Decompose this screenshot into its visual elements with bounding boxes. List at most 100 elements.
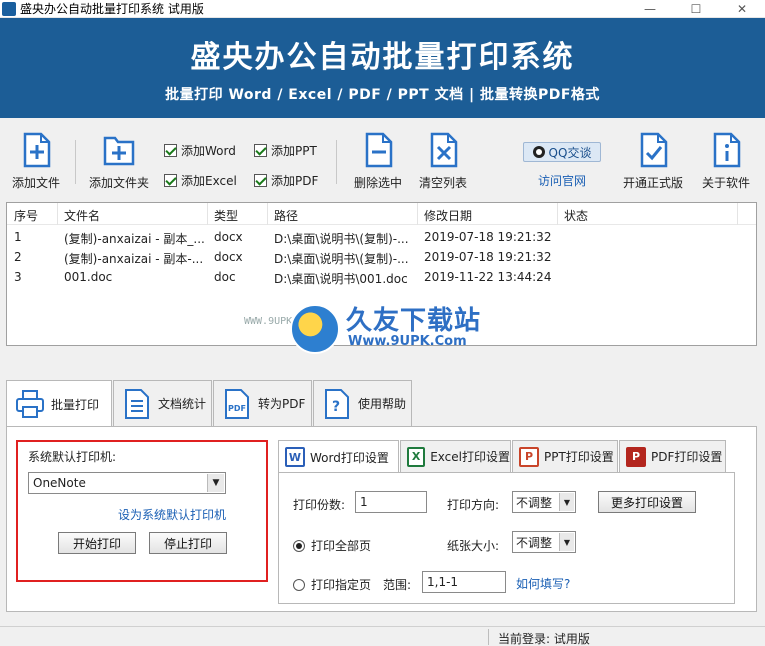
window-controls: — ☐ ✕	[627, 0, 765, 18]
add-folder-icon	[103, 136, 135, 166]
tab-pdf-settings[interactable]: P PDF打印设置	[619, 440, 726, 472]
tab-excel-settings-label: Excel打印设置	[430, 450, 510, 464]
printer-select-value: OneNote	[33, 476, 86, 490]
column-divider[interactable]	[267, 203, 268, 225]
activate-label: 开通正式版	[623, 176, 684, 190]
table-row[interactable]: 2 (复制)-anxaizai - 副本-... docx D:\桌面\说明书\…	[7, 247, 756, 267]
orientation-value: 不调整	[516, 495, 553, 510]
orientation-select[interactable]: 不调整 ▼	[512, 491, 576, 513]
printer-section: 系统默认打印机: OneNote ▼ 设为系统默认打印机 开始打印 停止打印	[16, 440, 268, 582]
qq-chat-label: QQ交谈	[548, 145, 592, 160]
column-header-filename[interactable]: 文件名	[64, 207, 100, 224]
activate-full-version-button[interactable]: 开通正式版	[623, 132, 683, 191]
cell-index: 1	[14, 230, 22, 244]
clear-list-icon	[430, 132, 458, 168]
close-button[interactable]: ✕	[719, 0, 765, 18]
stop-print-button[interactable]: 停止打印	[149, 532, 227, 554]
svg-text:?: ?	[332, 399, 340, 415]
title-bar: 盛央办公自动批量打印系统 试用版 — ☐ ✕	[0, 0, 765, 18]
add-pdf-checkbox[interactable]: 添加PDF	[254, 172, 318, 189]
clear-list-button[interactable]: 清空列表	[419, 132, 467, 191]
banner: 盛央办公自动批量打印系统 批量打印 Word / Excel / PDF / P…	[0, 18, 765, 118]
tab-convert-pdf[interactable]: PDF 转为PDF	[213, 380, 312, 426]
column-divider[interactable]	[57, 203, 58, 225]
tab-word-settings-label: Word打印设置	[310, 450, 389, 465]
toolbar-separator	[336, 140, 337, 184]
how-to-fill-link[interactable]: 如何填写?	[516, 575, 570, 592]
qq-chat-button[interactable]: QQ交谈	[523, 142, 601, 162]
status-separator	[488, 629, 489, 645]
toolbar-separator	[75, 140, 76, 184]
chevron-down-icon[interactable]: ▼	[207, 474, 224, 492]
about-label: 关于软件	[702, 176, 751, 190]
column-divider[interactable]	[557, 203, 558, 225]
table-row[interactable]: 3 001.doc doc D:\桌面\说明书\001.doc 2019-11-…	[7, 267, 756, 287]
radio-unselected-icon	[293, 578, 305, 591]
range-label: 范围:	[383, 578, 412, 592]
set-default-printer-link[interactable]: 设为系统默认打印机	[118, 506, 226, 523]
delete-file-icon	[365, 132, 393, 168]
add-file-label: 添加文件	[12, 176, 61, 190]
add-word-checkbox[interactable]: 添加Word	[164, 142, 236, 159]
column-divider[interactable]	[207, 203, 208, 225]
cell-type: doc	[214, 270, 236, 284]
add-file-button[interactable]: 添加文件	[12, 132, 60, 191]
tab-batch-print-label: 批量打印	[51, 397, 100, 412]
tab-usage-help[interactable]: ? 使用帮助	[313, 380, 412, 426]
cell-filename: 001.doc	[64, 270, 113, 284]
chevron-down-icon[interactable]: ▼	[559, 533, 574, 551]
banner-title: 盛央办公自动批量打印系统	[190, 40, 575, 75]
add-excel-label: 添加Excel	[181, 174, 237, 188]
visit-website-link[interactable]: 访问官网	[538, 172, 586, 189]
tab-ppt-settings[interactable]: P PPT打印设置	[512, 440, 618, 472]
cell-date: 2019-07-18 19:21:32	[424, 230, 552, 244]
cell-filename: (复制)-anxaizai - 副本-...	[64, 252, 204, 266]
add-ppt-checkbox[interactable]: 添加PPT	[254, 142, 317, 159]
more-print-settings-button[interactable]: 更多打印设置	[598, 491, 696, 513]
column-header-path[interactable]: 路径	[274, 207, 298, 224]
about-software-button[interactable]: 关于软件	[702, 132, 750, 191]
column-divider[interactable]	[417, 203, 418, 225]
maximize-button[interactable]: ☐	[673, 0, 719, 18]
column-header-date[interactable]: 修改日期	[424, 207, 472, 224]
checkbox-checked-icon	[164, 174, 177, 187]
tab-word-settings[interactable]: W Word打印设置	[278, 440, 399, 473]
chevron-down-icon[interactable]: ▼	[559, 493, 574, 511]
qq-icon	[532, 146, 545, 158]
printer-icon	[16, 390, 44, 418]
add-file-icon	[23, 132, 51, 168]
range-input[interactable]: 1,1-1	[422, 571, 506, 593]
watermark-overlay: WWW.9UPK.COM 久友下载站 Www.9UPK.Com	[244, 296, 500, 366]
printer-select[interactable]: OneNote ▼	[28, 472, 226, 494]
add-folder-button[interactable]: 添加文件夹	[89, 132, 149, 191]
word-settings-panel: 打印份数: 1 打印方向: 不调整 ▼ 更多打印设置 打印全部页 纸张大小: 不…	[278, 472, 735, 604]
info-file-icon	[713, 132, 741, 168]
column-header-index[interactable]: 序号	[14, 207, 38, 224]
watermark-chinese-text: 久友下载站	[346, 306, 482, 336]
minimize-button[interactable]: —	[627, 0, 673, 18]
tab-batch-print[interactable]: 批量打印	[6, 380, 112, 427]
table-row[interactable]: 1 (复制)-anxaizai - 副本_... docx D:\桌面\说明书\…	[7, 227, 756, 247]
clear-list-label: 清空列表	[419, 176, 468, 190]
cell-path: D:\桌面\说明书\(复制)-...	[274, 232, 409, 246]
status-bar: 当前登录: 试用版	[0, 626, 765, 646]
copies-input[interactable]: 1	[355, 491, 427, 513]
print-range-radio[interactable]: 打印指定页	[293, 576, 371, 593]
tab-usage-help-label: 使用帮助	[358, 397, 407, 411]
document-list-icon	[125, 388, 149, 419]
tab-excel-settings[interactable]: X Excel打印设置	[400, 440, 511, 472]
tab-document-statistics[interactable]: 文档统计	[113, 380, 212, 426]
delete-selected-button[interactable]: 删除选中	[354, 132, 402, 191]
add-excel-checkbox[interactable]: 添加Excel	[164, 172, 237, 189]
cell-index: 3	[14, 270, 22, 284]
tab-ppt-settings-label: PPT打印设置	[544, 450, 614, 464]
start-print-button[interactable]: 开始打印	[58, 532, 136, 554]
print-all-pages-radio[interactable]: 打印全部页	[293, 537, 371, 554]
tab-convert-pdf-label: 转为PDF	[258, 397, 306, 411]
column-header-status[interactable]: 状态	[564, 207, 588, 224]
paper-size-select[interactable]: 不调整 ▼	[512, 531, 576, 553]
column-divider[interactable]	[737, 203, 738, 225]
delete-selected-label: 删除选中	[354, 176, 403, 190]
checkbox-checked-icon	[164, 144, 177, 157]
column-header-type[interactable]: 类型	[214, 207, 238, 224]
